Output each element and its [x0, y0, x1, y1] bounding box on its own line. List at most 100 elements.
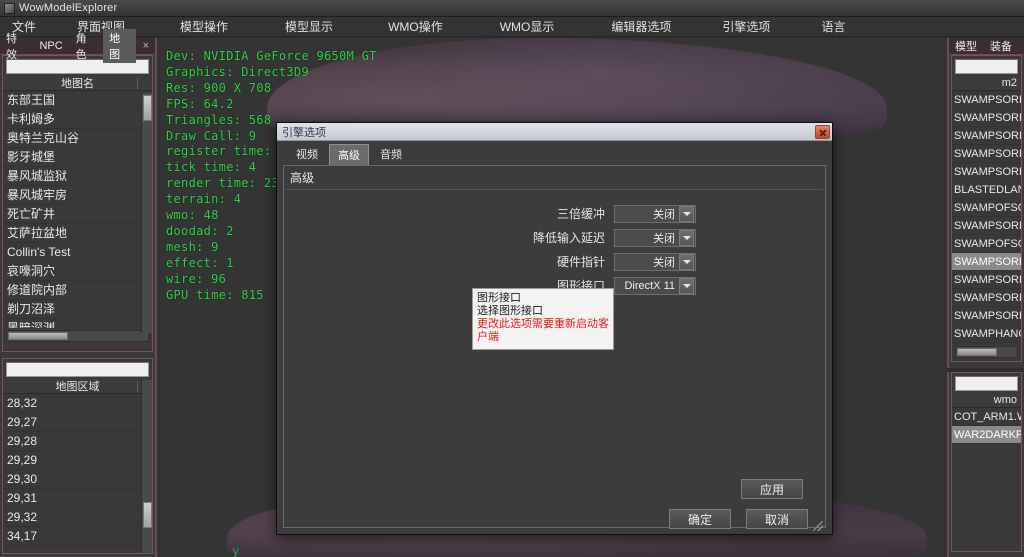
combo-graphics-api[interactable]: DirectX 11 — [614, 276, 696, 295]
list-item[interactable]: 29,29 — [3, 451, 152, 470]
window-title: WowModelExplorer — [19, 2, 118, 14]
list-item[interactable]: SWAMPHANG — [952, 325, 1021, 343]
list-item[interactable]: BLASTEDLAND — [952, 181, 1021, 199]
field-label: 三倍缓冲 — [556, 207, 605, 221]
list-item-label: 28,32 — [7, 396, 38, 410]
list-item[interactable]: SWAMPSORR — [952, 253, 1021, 271]
wmo-search-input[interactable] — [955, 376, 1018, 391]
list-item[interactable]: SWAMPSORR — [952, 289, 1021, 307]
list-item[interactable]: 哀嚎洞穴3 — [3, 262, 152, 281]
list-item[interactable]: SWAMPSORR — [952, 127, 1021, 145]
list-item[interactable]: 29,28 — [3, 432, 152, 451]
scrollbar-thumb[interactable] — [143, 502, 152, 528]
menu-item-model-ops[interactable]: 模型操作 — [174, 16, 234, 37]
map-list-hscrollbar[interactable] — [6, 330, 149, 342]
m2-list[interactable]: SWAMPSORR SWAMPSORR SWAMPSORR SWAMPSORR SWAM… — [952, 91, 1021, 344]
resize-grip-icon[interactable] — [813, 521, 823, 531]
list-item[interactable]: SWAMPSORR — [952, 217, 1021, 235]
list-item[interactable]: SWAMPOFSO — [952, 235, 1021, 253]
list-item[interactable]: 29,31 — [3, 489, 152, 508]
close-icon[interactable]: × — [137, 40, 155, 52]
list-item[interactable]: 黑暗深渊3 — [3, 319, 152, 328]
region-list[interactable]: 28,32 29,27 29,28 29,29 29,30 29,31 29,32 34,17… — [3, 394, 152, 549]
graphics-api-tooltip: 图形接口 选择图形接口 更改此选项需要重新启动客户端 — [472, 288, 614, 350]
wmo-list[interactable]: COT_ARM1.W WAR2DARKP — [952, 408, 1021, 548]
map-list-vscrollbar[interactable] — [141, 93, 152, 333]
list-item[interactable]: Collin's Test3 — [3, 243, 152, 262]
apply-button[interactable]: 应用 — [741, 479, 803, 499]
tab-effects[interactable]: 特效 — [0, 29, 32, 63]
list-item[interactable]: 死亡矿井3 — [3, 205, 152, 224]
list-item[interactable]: SWAMPSORR — [952, 307, 1021, 325]
list-item[interactable]: 影牙城堡3 — [3, 148, 152, 167]
combo-triple-buffering[interactable]: 关闭 — [614, 204, 696, 223]
menu-item-wmo-ops[interactable]: WMO操作 — [382, 16, 449, 37]
list-item[interactable]: 34,18 — [3, 546, 152, 549]
tab-model[interactable]: 模型 — [949, 37, 983, 55]
column-grip[interactable] — [137, 381, 138, 392]
cancel-button[interactable]: 取消 — [746, 509, 808, 529]
list-item[interactable]: COT_ARM1.W — [952, 408, 1021, 426]
m2-search-input[interactable] — [955, 59, 1018, 74]
list-item[interactable]: 艾萨拉盆地3 — [3, 224, 152, 243]
scrollbar-thumb[interactable] — [8, 332, 68, 340]
list-item[interactable]: 卡利姆多1 — [3, 110, 152, 129]
list-item[interactable]: 修道院内部3 — [3, 281, 152, 300]
map-list-header: 地图名 — [3, 76, 152, 91]
wmo-list-header-label: wmo — [993, 394, 1017, 406]
combo-reduce-input-lag[interactable]: 关闭 — [614, 228, 696, 247]
list-item[interactable]: 29,27 — [3, 413, 152, 432]
menu-item-language[interactable]: 语言 — [815, 16, 851, 37]
menu-item-wmo-show[interactable]: WMO显示 — [494, 16, 561, 37]
dialog-titlebar[interactable]: 引擎选项 — [277, 123, 832, 141]
chevron-down-icon[interactable] — [679, 277, 694, 294]
list-item[interactable]: SWAMPSORR — [952, 145, 1021, 163]
list-item[interactable]: 奥特兰克山谷3 — [3, 129, 152, 148]
list-item[interactable]: 暴风城牢房3 — [3, 186, 152, 205]
menu-item-engine-opts[interactable]: 引擎选项 — [716, 16, 776, 37]
tab-equipment[interactable]: 装备 — [984, 37, 1018, 55]
tab-npc[interactable]: NPC — [33, 39, 68, 53]
menu-item-model-show[interactable]: 模型显示 — [279, 16, 339, 37]
close-icon[interactable] — [815, 124, 830, 139]
chevron-down-icon[interactable] — [679, 229, 694, 246]
field-label: 降低输入延迟 — [532, 231, 605, 245]
list-item-label: SWAMPSORR — [954, 274, 1021, 286]
list-item[interactable]: 34,17 — [3, 527, 152, 546]
list-item[interactable]: SWAMPSORR — [952, 271, 1021, 289]
tab-character[interactable]: 角色 — [70, 29, 102, 63]
ok-button[interactable]: 确定 — [669, 509, 731, 529]
scrollbar-thumb[interactable] — [143, 95, 152, 121]
list-item[interactable]: 29,30 — [3, 470, 152, 489]
list-item[interactable]: 东部王国0 — [3, 91, 152, 110]
tab-advanced[interactable]: 高级 — [329, 144, 369, 165]
region-list-vscrollbar[interactable] — [141, 380, 152, 553]
list-item-label: 29,28 — [7, 434, 38, 448]
tab-map[interactable]: 地图 — [103, 29, 136, 63]
region-search-input[interactable] — [6, 362, 149, 377]
list-item-label: COT_ARM1.W — [954, 411, 1021, 423]
scrollbar-thumb[interactable] — [957, 348, 997, 356]
left-panel-frame: 地图名 东部王国0卡利姆多1奥特兰克山谷3影牙城堡3暴风城监狱3暴风城牢房3死亡… — [2, 55, 153, 352]
list-item[interactable]: 28,32 — [3, 394, 152, 413]
list-item[interactable]: 暴风城监狱3 — [3, 167, 152, 186]
window-titlebar: WowModelExplorer — [0, 0, 1024, 17]
chevron-down-icon[interactable] — [679, 205, 694, 222]
column-grip[interactable] — [137, 78, 138, 89]
list-item[interactable]: SWAMPOFSO — [952, 199, 1021, 217]
list-item-label: 29,32 — [7, 510, 38, 524]
list-item[interactable]: 29,32 — [3, 508, 152, 527]
list-item[interactable]: SWAMPSORR — [952, 91, 1021, 109]
map-list[interactable]: 东部王国0卡利姆多1奥特兰克山谷3影牙城堡3暴风城监狱3暴风城牢房3死亡矿井3艾… — [3, 91, 152, 328]
list-item[interactable]: 剃刀沼泽3 — [3, 300, 152, 319]
tab-video[interactable]: 视频 — [287, 143, 327, 165]
list-item-label: SWAMPSORR — [954, 292, 1021, 304]
list-item[interactable]: SWAMPSORR — [952, 109, 1021, 127]
menu-item-editor-opts[interactable]: 编辑器选项 — [605, 16, 677, 37]
tab-audio[interactable]: 音频 — [371, 143, 411, 165]
list-item[interactable]: WAR2DARKP — [952, 426, 1021, 444]
list-item[interactable]: SWAMPSORR — [952, 163, 1021, 181]
m2-list-hscrollbar[interactable] — [955, 346, 1018, 358]
chevron-down-icon[interactable] — [679, 253, 694, 270]
combo-hardware-cursor[interactable]: 关闭 — [614, 252, 696, 271]
